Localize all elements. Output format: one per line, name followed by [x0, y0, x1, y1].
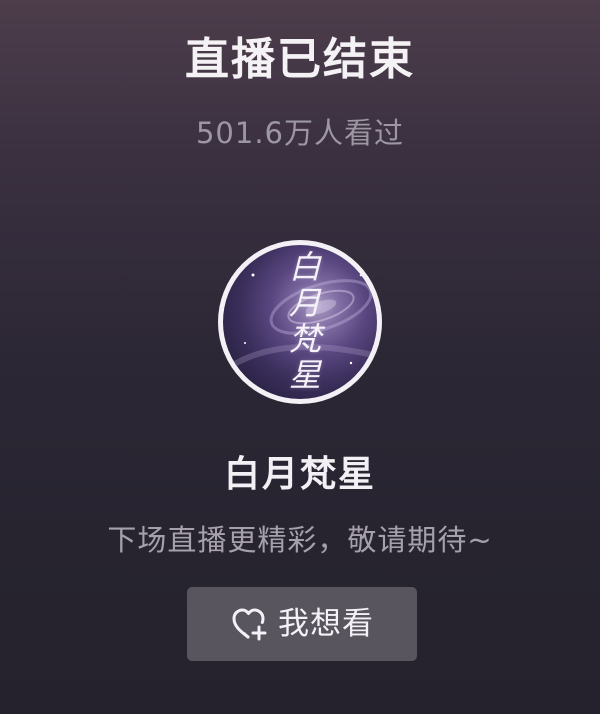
- want-to-watch-label: 我想看: [278, 606, 374, 642]
- streamer-name: 白月梵星: [223, 454, 376, 495]
- live-status-title: 直播已结束: [185, 34, 415, 85]
- viewer-count: 501.6万人看过: [195, 116, 405, 150]
- streamer-avatar[interactable]: 白月梵星: [218, 240, 382, 404]
- want-to-watch-button[interactable]: 我想看: [187, 587, 417, 661]
- live-ended-screen: 直播已结束 501.6万人看过 白月梵星 白月梵星 下场直播更精彩，敬请期待~ …: [0, 0, 600, 714]
- next-live-message: 下场直播更精彩，敬请期待~: [107, 523, 493, 557]
- heart-plus-icon: [230, 604, 270, 644]
- avatar-calligraphy-text: 白月梵星: [288, 248, 321, 394]
